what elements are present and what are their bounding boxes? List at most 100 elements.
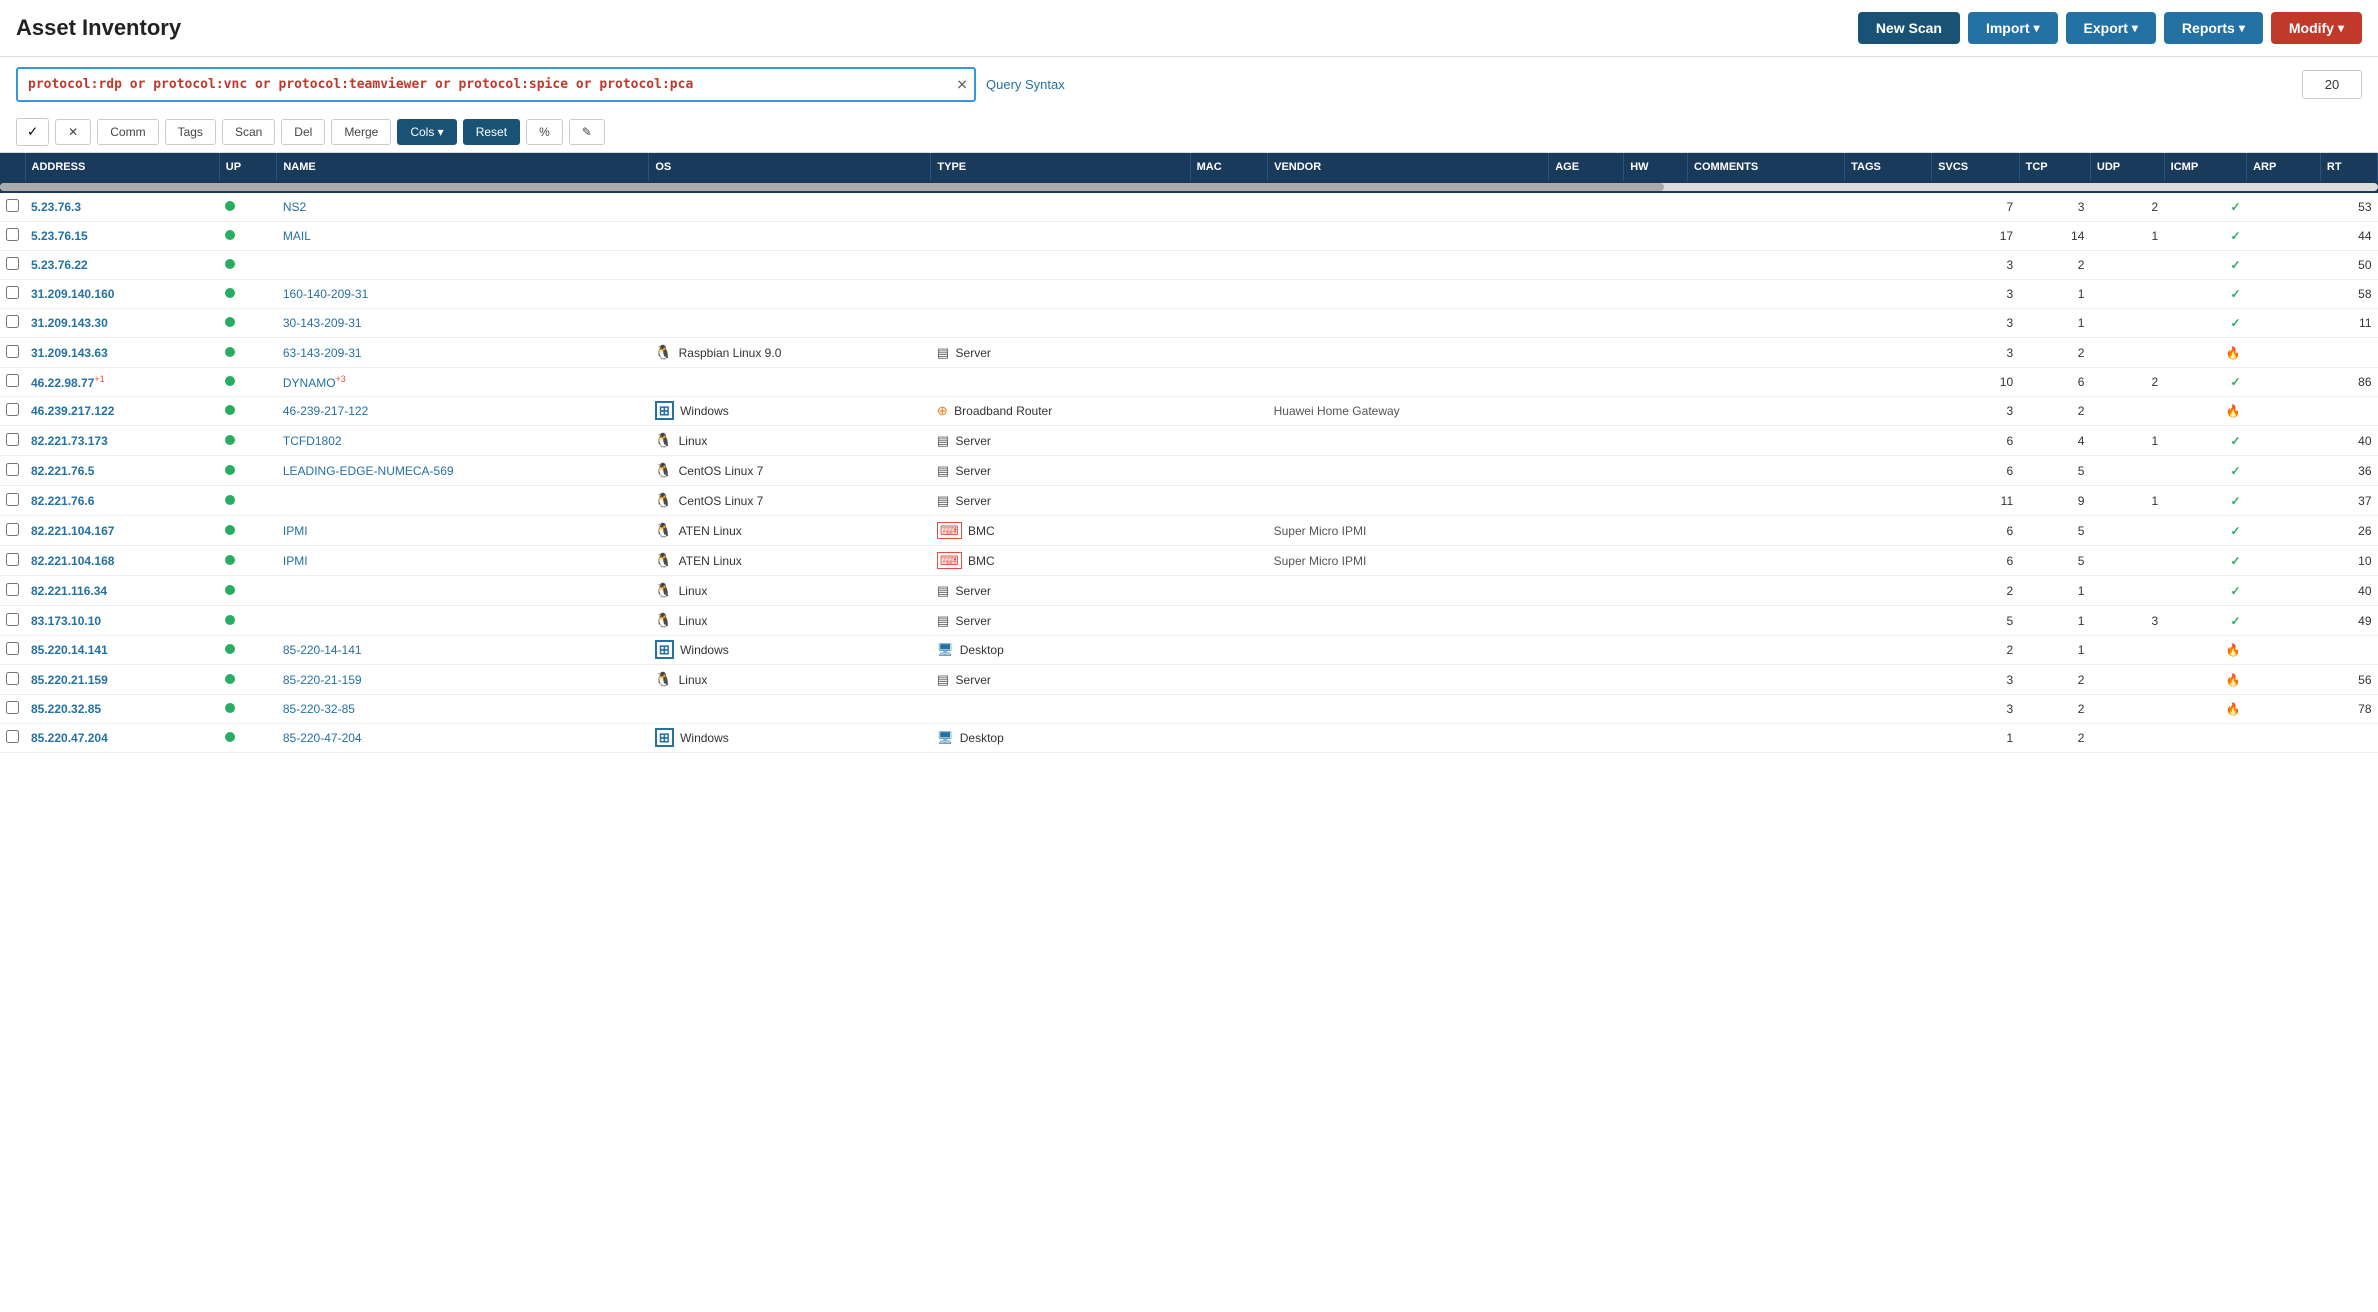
address-link[interactable]: 82.221.76.5 [31,464,94,478]
col-rt[interactable]: RT [2320,153,2377,181]
row-checkbox[interactable] [6,403,19,416]
col-type[interactable]: TYPE [931,153,1190,181]
name-link[interactable]: TCFD1802 [283,434,342,448]
col-os[interactable]: OS [649,153,931,181]
address-link[interactable]: 5.23.76.15 [31,229,88,243]
address-link[interactable]: 82.221.104.167 [31,524,114,538]
row-checkbox[interactable] [6,523,19,536]
name-link[interactable]: 85-220-14-141 [283,643,362,657]
name-link[interactable]: MAIL [283,229,311,243]
hw-cell [1624,426,1688,456]
row-checkbox[interactable] [6,553,19,566]
row-checkbox[interactable] [6,433,19,446]
name-link[interactable]: 85-220-32-85 [283,702,355,716]
name-link[interactable]: 46-239-217-122 [283,404,368,418]
col-arp[interactable]: ARP [2247,153,2321,181]
merge-button[interactable]: Merge [331,119,391,145]
scrollbar-thumb[interactable] [0,183,1664,191]
name-link[interactable]: 30-143-209-31 [283,316,362,330]
scan-button[interactable]: Scan [222,119,275,145]
link-button[interactable]: % [526,119,563,145]
col-mac[interactable]: MAC [1190,153,1267,181]
name-link[interactable]: 63-143-209-31 [283,346,362,360]
row-checkbox[interactable] [6,374,19,387]
rt-cell: 49 [2320,606,2377,636]
address-link[interactable]: 5.23.76.22 [31,258,88,272]
row-checkbox[interactable] [6,583,19,596]
edit-button[interactable]: ✎ [569,119,605,145]
address-link[interactable]: 82.221.76.6 [31,494,94,508]
address-link[interactable]: 85.220.14.141 [31,643,108,657]
svcs-cell: 3 [1932,280,2019,309]
col-tags[interactable]: TAGS [1845,153,1932,181]
comm-button[interactable]: Comm [97,119,158,145]
row-checkbox[interactable] [6,257,19,270]
row-checkbox[interactable] [6,315,19,328]
col-icmp[interactable]: ICMP [2164,153,2246,181]
address-link[interactable]: 82.221.73.173 [31,434,108,448]
row-checkbox[interactable] [6,286,19,299]
row-checkbox[interactable] [6,642,19,655]
name-link[interactable]: 160-140-209-31 [283,287,368,301]
address-link[interactable]: 83.173.10.10 [31,614,101,628]
type-label: Server [956,673,991,687]
address-link[interactable]: 85.220.47.204 [31,731,108,745]
address-link[interactable]: 5.23.76.3 [31,200,81,214]
clear-button[interactable]: ✕ [55,119,91,145]
cols-button[interactable]: Cols ▾ [397,119,456,145]
row-checkbox-cell [0,695,25,724]
mac-cell [1190,516,1267,546]
reset-button[interactable]: Reset [463,119,520,145]
address-link[interactable]: 46.239.217.122 [31,404,114,418]
col-tcp[interactable]: TCP [2019,153,2090,181]
search-clear-icon[interactable]: ✕ [956,76,968,93]
query-syntax-link[interactable]: Query Syntax [986,77,1065,92]
address-link[interactable]: 31.209.143.30 [31,316,108,330]
row-checkbox[interactable] [6,493,19,506]
name-link[interactable]: IPMI [283,554,308,568]
table-row: 46.239.217.122 46-239-217-122 ⊞ Windows … [0,397,2378,426]
col-name[interactable]: NAME [277,153,649,181]
row-checkbox[interactable] [6,199,19,212]
check-all-button[interactable]: ✓ [16,118,49,146]
col-svcs[interactable]: SVCS [1932,153,2019,181]
col-age[interactable]: AGE [1549,153,1624,181]
address-link[interactable]: 85.220.32.85 [31,702,101,716]
name-link[interactable]: DYNAMO [283,376,336,390]
row-checkbox[interactable] [6,463,19,476]
arp-cell [2247,516,2321,546]
col-udp[interactable]: UDP [2090,153,2164,181]
row-checkbox[interactable] [6,672,19,685]
row-checkbox[interactable] [6,730,19,743]
col-up[interactable]: UP [219,153,277,181]
import-button[interactable]: Import [1968,12,2058,44]
new-scan-button[interactable]: New Scan [1858,12,1960,44]
tags-button[interactable]: Tags [165,119,216,145]
export-button[interactable]: Export [2066,12,2156,44]
reports-button[interactable]: Reports [2164,12,2263,44]
name-link[interactable]: LEADING-EDGE-NUMECA-569 [283,464,454,478]
col-comments[interactable]: COMMENTS [1688,153,1845,181]
address-link[interactable]: 82.221.104.168 [31,554,114,568]
row-checkbox[interactable] [6,228,19,241]
address-link[interactable]: 31.209.140.160 [31,287,114,301]
name-link[interactable]: 85-220-21-159 [283,673,362,687]
address-link[interactable]: 85.220.21.159 [31,673,108,687]
name-link[interactable]: IPMI [283,524,308,538]
del-button[interactable]: Del [281,119,325,145]
address-link[interactable]: 46.22.98.77 [31,376,94,390]
scrollbar-track[interactable] [0,183,2378,191]
col-hw[interactable]: HW [1624,153,1688,181]
row-checkbox[interactable] [6,701,19,714]
address-link[interactable]: 82.221.116.34 [31,584,107,598]
col-vendor[interactable]: VENDOR [1268,153,1549,181]
modify-button[interactable]: Modify [2271,12,2362,44]
status-up-dot [225,405,235,415]
col-address[interactable]: ADDRESS [25,153,219,181]
name-link[interactable]: 85-220-47-204 [283,731,362,745]
row-checkbox[interactable] [6,613,19,626]
address-link[interactable]: 31.209.143.63 [31,346,108,360]
row-checkbox[interactable] [6,345,19,358]
name-link[interactable]: NS2 [283,200,306,214]
search-input[interactable] [16,67,976,102]
